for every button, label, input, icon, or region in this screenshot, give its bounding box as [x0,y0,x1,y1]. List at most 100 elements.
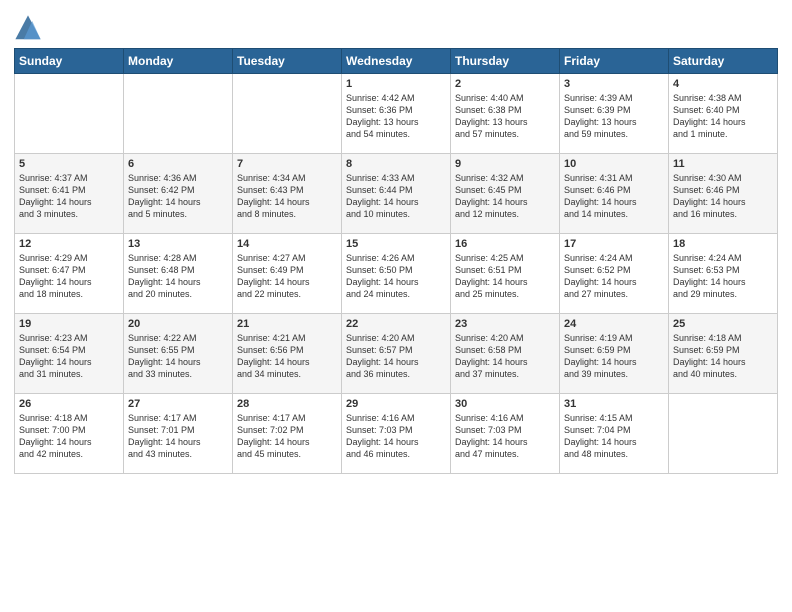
weekday-header-monday: Monday [124,49,233,74]
weekday-header-wednesday: Wednesday [342,49,451,74]
day-number: 23 [455,318,555,330]
calendar-cell: 2 Sunrise: 4:40 AMSunset: 6:38 PMDaylight… [451,74,560,154]
day-number: 14 [237,238,337,250]
calendar-cell: 27 Sunrise: 4:17 AMSunset: 7:01 PMDayligh… [124,394,233,474]
cell-content: Sunrise: 4:31 AMSunset: 6:46 PMDaylight:… [564,172,664,221]
weekday-header-sunday: Sunday [15,49,124,74]
cell-content: Sunrise: 4:23 AMSunset: 6:54 PMDaylight:… [19,332,119,381]
weekday-header-thursday: Thursday [451,49,560,74]
logo [14,14,44,42]
calendar-cell: 29 Sunrise: 4:16 AMSunset: 7:03 PMDayligh… [342,394,451,474]
calendar-cell: 16 Sunrise: 4:25 AMSunset: 6:51 PMDayligh… [451,234,560,314]
day-number: 13 [128,238,228,250]
calendar-cell: 4 Sunrise: 4:38 AMSunset: 6:40 PMDaylight… [669,74,778,154]
day-number: 4 [673,78,773,90]
cell-content: Sunrise: 4:16 AMSunset: 7:03 PMDaylight:… [346,412,446,461]
calendar-cell [669,394,778,474]
calendar-cell: 7 Sunrise: 4:34 AMSunset: 6:43 PMDaylight… [233,154,342,234]
calendar-cell: 3 Sunrise: 4:39 AMSunset: 6:39 PMDaylight… [560,74,669,154]
cell-content: Sunrise: 4:28 AMSunset: 6:48 PMDaylight:… [128,252,228,301]
day-number: 16 [455,238,555,250]
calendar-cell: 17 Sunrise: 4:24 AMSunset: 6:52 PMDayligh… [560,234,669,314]
cell-content: Sunrise: 4:16 AMSunset: 7:03 PMDaylight:… [455,412,555,461]
cell-content: Sunrise: 4:19 AMSunset: 6:59 PMDaylight:… [564,332,664,381]
day-number: 8 [346,158,446,170]
day-number: 15 [346,238,446,250]
weekday-header-row: SundayMondayTuesdayWednesdayThursdayFrid… [15,49,778,74]
calendar-cell: 9 Sunrise: 4:32 AMSunset: 6:45 PMDaylight… [451,154,560,234]
cell-content: Sunrise: 4:26 AMSunset: 6:50 PMDaylight:… [346,252,446,301]
calendar-cell: 18 Sunrise: 4:24 AMSunset: 6:53 PMDayligh… [669,234,778,314]
cell-content: Sunrise: 4:17 AMSunset: 7:02 PMDaylight:… [237,412,337,461]
cell-content: Sunrise: 4:33 AMSunset: 6:44 PMDaylight:… [346,172,446,221]
cell-content: Sunrise: 4:37 AMSunset: 6:41 PMDaylight:… [19,172,119,221]
cell-content: Sunrise: 4:27 AMSunset: 6:49 PMDaylight:… [237,252,337,301]
cell-content: Sunrise: 4:18 AMSunset: 7:00 PMDaylight:… [19,412,119,461]
cell-content: Sunrise: 4:32 AMSunset: 6:45 PMDaylight:… [455,172,555,221]
day-number: 28 [237,398,337,410]
cell-content: Sunrise: 4:18 AMSunset: 6:59 PMDaylight:… [673,332,773,381]
day-number: 2 [455,78,555,90]
weekday-header-friday: Friday [560,49,669,74]
logo-icon [14,14,42,42]
day-number: 26 [19,398,119,410]
cell-content: Sunrise: 4:40 AMSunset: 6:38 PMDaylight:… [455,92,555,141]
day-number: 9 [455,158,555,170]
calendar-cell: 23 Sunrise: 4:20 AMSunset: 6:58 PMDayligh… [451,314,560,394]
cell-content: Sunrise: 4:30 AMSunset: 6:46 PMDaylight:… [673,172,773,221]
calendar-cell: 1Sunrise: 4:42 AMSunset: 6:36 PMDaylight… [342,74,451,154]
calendar-cell: 12 Sunrise: 4:29 AMSunset: 6:47 PMDayligh… [15,234,124,314]
cell-content: Sunrise: 4:38 AMSunset: 6:40 PMDaylight:… [673,92,773,141]
calendar: SundayMondayTuesdayWednesdayThursdayFrid… [14,48,778,474]
calendar-cell: 30 Sunrise: 4:16 AMSunset: 7:03 PMDayligh… [451,394,560,474]
page: SundayMondayTuesdayWednesdayThursdayFrid… [0,0,792,612]
day-number: 27 [128,398,228,410]
calendar-week-2: 5Sunrise: 4:37 AMSunset: 6:41 PMDaylight… [15,154,778,234]
day-number: 1 [346,78,446,90]
cell-content: Sunrise: 4:29 AMSunset: 6:47 PMDaylight:… [19,252,119,301]
calendar-cell: 11Sunrise: 4:30 AMSunset: 6:46 PMDayligh… [669,154,778,234]
calendar-cell: 14 Sunrise: 4:27 AMSunset: 6:49 PMDayligh… [233,234,342,314]
cell-content: Sunrise: 4:17 AMSunset: 7:01 PMDaylight:… [128,412,228,461]
calendar-cell: 5Sunrise: 4:37 AMSunset: 6:41 PMDaylight… [15,154,124,234]
calendar-week-5: 26 Sunrise: 4:18 AMSunset: 7:00 PMDayligh… [15,394,778,474]
day-number: 3 [564,78,664,90]
cell-content: Sunrise: 4:39 AMSunset: 6:39 PMDaylight:… [564,92,664,141]
day-number: 20 [128,318,228,330]
cell-content: Sunrise: 4:20 AMSunset: 6:57 PMDaylight:… [346,332,446,381]
calendar-week-1: 1Sunrise: 4:42 AMSunset: 6:36 PMDaylight… [15,74,778,154]
day-number: 19 [19,318,119,330]
day-number: 24 [564,318,664,330]
weekday-header-tuesday: Tuesday [233,49,342,74]
calendar-cell: 13 Sunrise: 4:28 AMSunset: 6:48 PMDayligh… [124,234,233,314]
cell-content: Sunrise: 4:20 AMSunset: 6:58 PMDaylight:… [455,332,555,381]
day-number: 30 [455,398,555,410]
calendar-cell: 10Sunrise: 4:31 AMSunset: 6:46 PMDayligh… [560,154,669,234]
day-number: 22 [346,318,446,330]
calendar-cell: 22 Sunrise: 4:20 AMSunset: 6:57 PMDayligh… [342,314,451,394]
calendar-cell: 26 Sunrise: 4:18 AMSunset: 7:00 PMDayligh… [15,394,124,474]
calendar-cell: 20 Sunrise: 4:22 AMSunset: 6:55 PMDayligh… [124,314,233,394]
header [14,10,778,42]
cell-content: Sunrise: 4:22 AMSunset: 6:55 PMDaylight:… [128,332,228,381]
calendar-cell: 6Sunrise: 4:36 AMSunset: 6:42 PMDaylight… [124,154,233,234]
day-number: 17 [564,238,664,250]
cell-content: Sunrise: 4:25 AMSunset: 6:51 PMDaylight:… [455,252,555,301]
day-number: 29 [346,398,446,410]
cell-content: Sunrise: 4:24 AMSunset: 6:53 PMDaylight:… [673,252,773,301]
calendar-cell: 25Sunrise: 4:18 AMSunset: 6:59 PMDayligh… [669,314,778,394]
calendar-cell: 21 Sunrise: 4:21 AMSunset: 6:56 PMDayligh… [233,314,342,394]
cell-content: Sunrise: 4:36 AMSunset: 6:42 PMDaylight:… [128,172,228,221]
day-number: 21 [237,318,337,330]
calendar-cell [124,74,233,154]
calendar-cell: 15 Sunrise: 4:26 AMSunset: 6:50 PMDayligh… [342,234,451,314]
cell-content: Sunrise: 4:34 AMSunset: 6:43 PMDaylight:… [237,172,337,221]
day-number: 7 [237,158,337,170]
calendar-cell: 8 Sunrise: 4:33 AMSunset: 6:44 PMDaylight… [342,154,451,234]
calendar-cell: 24 Sunrise: 4:19 AMSunset: 6:59 PMDayligh… [560,314,669,394]
weekday-header-saturday: Saturday [669,49,778,74]
day-number: 12 [19,238,119,250]
cell-content: Sunrise: 4:24 AMSunset: 6:52 PMDaylight:… [564,252,664,301]
cell-content: Sunrise: 4:21 AMSunset: 6:56 PMDaylight:… [237,332,337,381]
day-number: 18 [673,238,773,250]
